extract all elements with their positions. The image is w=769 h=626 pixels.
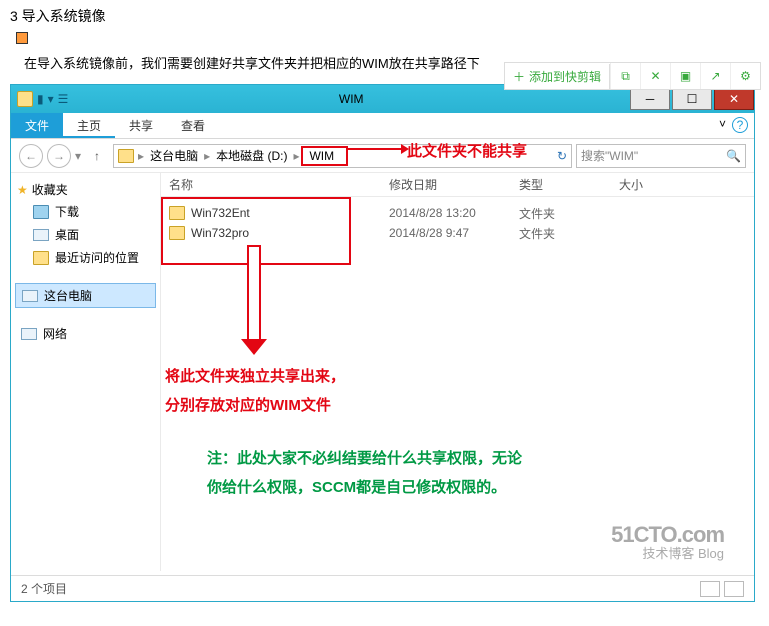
tool-cut-icon[interactable]: ✕ bbox=[640, 63, 670, 89]
recent-icon bbox=[33, 251, 49, 265]
nav-forward-button[interactable]: → bbox=[47, 144, 71, 168]
window-title: WIM bbox=[74, 92, 628, 106]
ql-down-icon[interactable]: ▾ bbox=[48, 92, 54, 106]
ql-sep-icon: ▮ bbox=[37, 92, 44, 106]
annotation-cant-share: 此文件夹不能共享 bbox=[407, 140, 527, 161]
nav-back-button[interactable]: ← bbox=[19, 144, 43, 168]
desktop-icon bbox=[33, 229, 49, 241]
col-date[interactable]: 修改日期 bbox=[381, 176, 511, 193]
bc-wim-highlight[interactable]: WIM bbox=[301, 146, 348, 166]
page-toolbar: ＋ 添加到快剪辑 ⧉ ✕ ▣ ↗ ⚙ bbox=[504, 62, 761, 90]
close-button[interactable]: ✕ bbox=[714, 88, 754, 110]
folder-icon bbox=[118, 149, 134, 163]
chevron-right-icon: ▸ bbox=[136, 149, 146, 163]
ribbon-view-tab[interactable]: 查看 bbox=[167, 113, 219, 138]
annotation-share-independent: 将此文件夹独立共享出来， 分别存放对应的WIM文件 bbox=[165, 363, 345, 420]
minimize-icon: ─ bbox=[646, 92, 655, 106]
pc-icon bbox=[22, 290, 38, 302]
section-title: 3 导入系统镜像 bbox=[0, 0, 769, 28]
minimize-button[interactable]: ─ bbox=[630, 88, 670, 110]
sidebar-desktop[interactable]: 桌面 bbox=[15, 223, 156, 246]
view-large-icon[interactable] bbox=[724, 581, 744, 597]
column-headers: 名称 修改日期 类型 大小 bbox=[161, 173, 754, 197]
sidebar-favorites[interactable]: ★收藏夹 bbox=[15, 179, 156, 200]
watermark: 51CTO.com 技术博客 Blog bbox=[611, 523, 724, 561]
folder-icon bbox=[17, 91, 33, 107]
col-name[interactable]: 名称 bbox=[161, 176, 381, 193]
navbar: ← → ▾ ↑ ▸ 这台电脑 ▸ 本地磁盘 (D:) ▸ WIM ↻ 搜索"WI… bbox=[11, 139, 754, 173]
sidebar-network[interactable]: 网络 bbox=[15, 322, 156, 345]
explorer-window: ▮ ▾ ☰ WIM ─ ☐ ✕ 文件 主页 共享 查看 ˅ ? ← → ▾ ↑ … bbox=[10, 84, 755, 602]
nav-history-icon[interactable]: ▾ bbox=[75, 149, 81, 163]
chevron-right-icon: ▸ bbox=[291, 149, 301, 163]
sidebar-downloads[interactable]: 下载 bbox=[15, 200, 156, 223]
help-icon[interactable]: ? bbox=[732, 117, 748, 133]
col-type[interactable]: 类型 bbox=[511, 176, 611, 193]
bc-disk[interactable]: 本地磁盘 (D:) bbox=[214, 147, 289, 164]
view-details-icon[interactable] bbox=[700, 581, 720, 597]
nav-up-button[interactable]: ↑ bbox=[85, 144, 109, 168]
search-input[interactable]: 搜索"WIM" 🔍 bbox=[576, 144, 746, 168]
chevron-right-icon: ▸ bbox=[202, 149, 212, 163]
statusbar: 2 个项目 bbox=[11, 575, 754, 601]
search-placeholder: 搜索"WIM" bbox=[581, 147, 638, 164]
maximize-button[interactable]: ☐ bbox=[672, 88, 712, 110]
add-to-clip-button[interactable]: ＋ 添加到快剪辑 bbox=[505, 64, 610, 89]
ribbon-home-tab[interactable]: 主页 bbox=[63, 113, 115, 138]
ribbon-file-tab[interactable]: 文件 bbox=[11, 113, 63, 138]
sidebar: ★收藏夹 下载 桌面 最近访问的位置 这台电脑 网络 bbox=[11, 173, 161, 571]
download-icon bbox=[33, 205, 49, 219]
arrow-up-icon: ↑ bbox=[94, 149, 100, 163]
sidebar-pc[interactable]: 这台电脑 bbox=[15, 283, 156, 308]
sidebar-recent[interactable]: 最近访问的位置 bbox=[15, 246, 156, 269]
refresh-icon[interactable]: ↻ bbox=[557, 149, 567, 163]
ribbon-expand-icon[interactable]: ˅ bbox=[719, 117, 726, 131]
search-icon: 🔍 bbox=[726, 149, 741, 163]
annotation-arrow-down-icon bbox=[247, 245, 261, 355]
star-icon: ★ bbox=[17, 183, 28, 197]
tool-save-icon[interactable]: ▣ bbox=[670, 63, 700, 89]
ql-props-icon[interactable]: ☰ bbox=[58, 92, 69, 106]
maximize-icon: ☐ bbox=[687, 92, 698, 106]
status-text: 2 个项目 bbox=[21, 580, 67, 597]
bullet-icon bbox=[16, 32, 28, 44]
col-size[interactable]: 大小 bbox=[611, 176, 681, 193]
tool-copy-icon[interactable]: ⧉ bbox=[610, 63, 640, 89]
annotation-arrow-icon bbox=[346, 148, 406, 150]
plus-icon: ＋ bbox=[513, 68, 525, 85]
close-icon: ✕ bbox=[729, 92, 739, 106]
ribbon-share-tab[interactable]: 共享 bbox=[115, 113, 167, 138]
tool-share-icon[interactable]: ↗ bbox=[700, 63, 730, 89]
annotation-note: 注：此处大家不必纠结要给什么共享权限，无论 你给什么权限，SCCM都是自己修改权… bbox=[207, 445, 522, 502]
network-icon bbox=[21, 328, 37, 340]
arrow-right-icon: → bbox=[53, 149, 65, 163]
add-label: 添加到快剪辑 bbox=[529, 68, 601, 85]
ribbon: 文件 主页 共享 查看 ˅ ? bbox=[11, 113, 754, 139]
arrow-left-icon: ← bbox=[25, 149, 37, 163]
tool-settings-icon[interactable]: ⚙ bbox=[730, 63, 760, 89]
bc-pc[interactable]: 这台电脑 bbox=[148, 147, 200, 164]
